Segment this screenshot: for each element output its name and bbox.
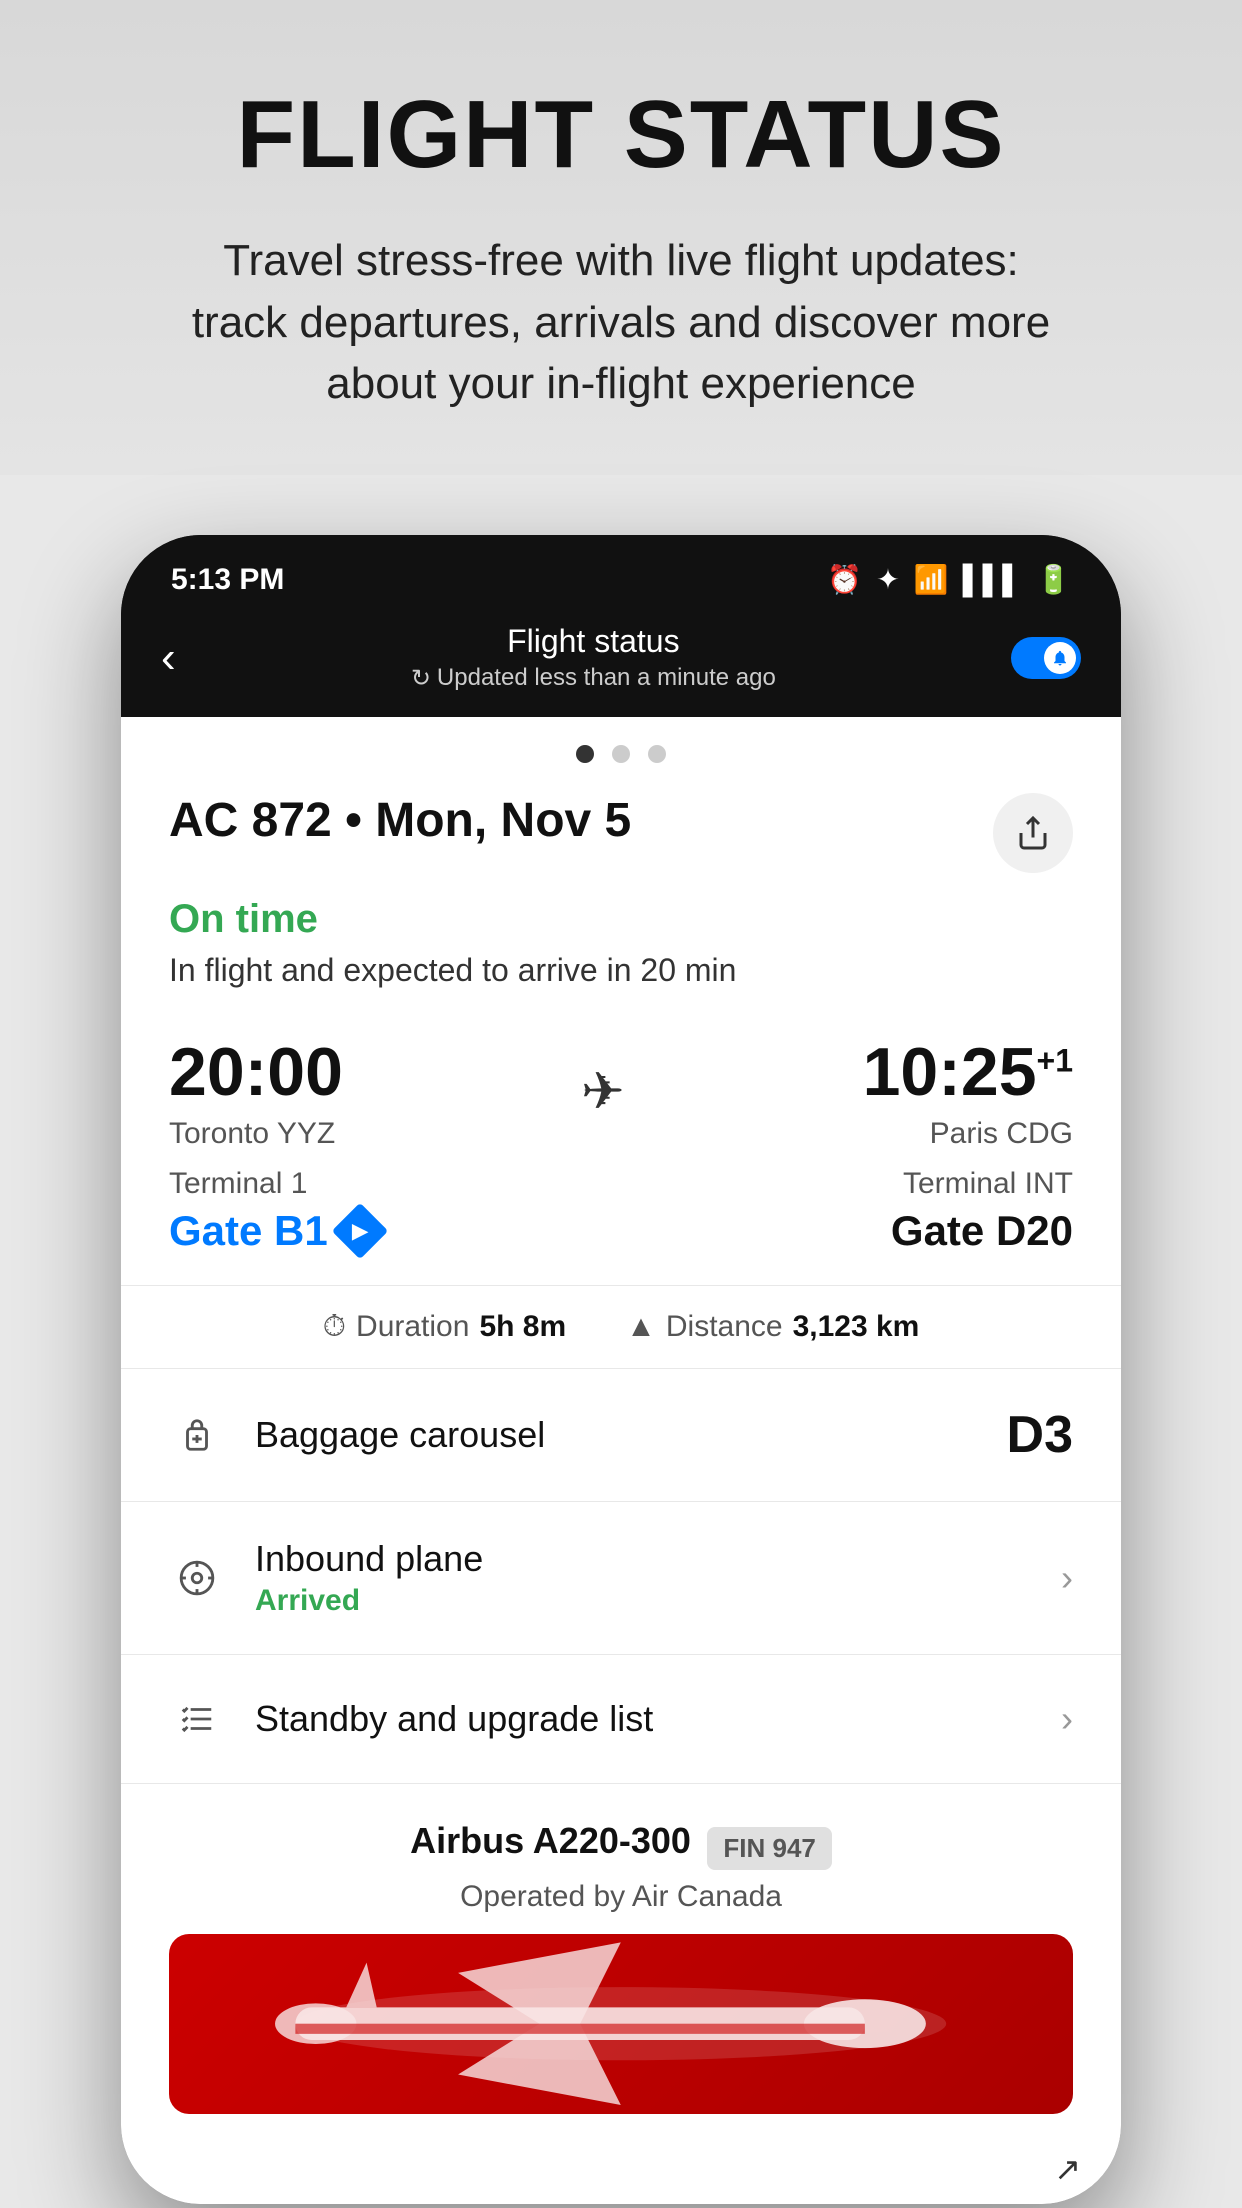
notification-toggle[interactable] xyxy=(1011,637,1081,679)
inbound-plane-status: Arrived xyxy=(255,1584,1041,1618)
aircraft-model: Airbus A220-300 xyxy=(410,1820,691,1861)
duration-icon: ⏱ xyxy=(323,1310,346,1344)
phone-content: AC 872 • Mon, Nov 5 On time In flight an… xyxy=(121,717,1121,2204)
baggage-carousel-value: D3 xyxy=(1007,1405,1073,1465)
inbound-plane-title: Inbound plane xyxy=(255,1538,1041,1580)
bottom-indicator: ↗ xyxy=(121,2134,1121,2204)
share-button[interactable] xyxy=(993,793,1073,873)
dot-2[interactable] xyxy=(612,745,630,763)
flight-status-section: On time In flight and expected to arrive… xyxy=(121,897,1121,1009)
signal-icon: ▌▌▌ xyxy=(963,564,1023,596)
status-description: In flight and expected to arrive in 20 m… xyxy=(169,952,1073,989)
on-time-label: On time xyxy=(169,897,1073,942)
top-section: FLIGHT STATUS Travel stress-free with li… xyxy=(0,0,1242,475)
aircraft-header: Airbus A220-300 FIN 947 xyxy=(169,1820,1073,1870)
list-item[interactable]: Inbound plane Arrived › xyxy=(121,1501,1121,1654)
nav-title: Flight status xyxy=(411,623,776,660)
baggage-carousel-title: Baggage carousel xyxy=(255,1414,1007,1456)
bell-icon xyxy=(1044,642,1076,674)
arrival-gate: Gate D20 xyxy=(891,1207,1073,1255)
status-time: 5:13 PM xyxy=(171,563,284,597)
arrival-terminal: Terminal INT xyxy=(891,1167,1073,1201)
inbound-plane-content: Inbound plane Arrived xyxy=(255,1538,1041,1618)
duration-item: ⏱ Duration 5h 8m xyxy=(323,1310,567,1344)
duration-value: 5h 8m xyxy=(479,1310,566,1344)
page-subtitle: Travel stress-free with live flight upda… xyxy=(171,230,1071,415)
standby-list-icon xyxy=(169,1691,225,1747)
dot-1[interactable] xyxy=(576,745,594,763)
phone-mockup: 5:13 PM ⏰ ✦ 📶 ▌▌▌ 🔋 ‹ Flight status ↻ Up… xyxy=(121,535,1121,2204)
alarm-icon: ⏰ xyxy=(827,563,862,596)
wifi-icon: 📶 xyxy=(914,563,949,596)
battery-icon: 🔋 xyxy=(1036,563,1071,596)
list-item[interactable]: Standby and upgrade list › xyxy=(121,1654,1121,1783)
duration-label: Duration xyxy=(356,1310,469,1344)
distance-label: Distance xyxy=(666,1310,783,1344)
standby-list-title: Standby and upgrade list xyxy=(255,1698,1041,1740)
nav-center: Flight status ↻ Updated less than a minu… xyxy=(411,623,776,693)
phone-frame: 5:13 PM ⏰ ✦ 📶 ▌▌▌ 🔋 ‹ Flight status ↻ Up… xyxy=(121,535,1121,2204)
aircraft-operator: Operated by Air Canada xyxy=(169,1880,1073,1914)
standby-list-content: Standby and upgrade list xyxy=(255,1698,1041,1740)
aircraft-image xyxy=(169,1934,1073,2114)
flight-id: AC 872 • Mon, Nov 5 xyxy=(169,793,631,848)
arrival-time: 10:25+1 xyxy=(863,1033,1073,1111)
distance-icon: ▲ xyxy=(626,1310,656,1344)
refresh-icon: ↻ xyxy=(411,664,431,693)
departure-time: 20:00 xyxy=(169,1033,343,1111)
arrival-info: 10:25+1 Paris CDG xyxy=(863,1033,1073,1151)
departure-terminal-gate: Terminal 1 Gate B1 xyxy=(169,1167,380,1255)
list-item[interactable]: Baggage carousel D3 xyxy=(121,1368,1121,1501)
inbound-plane-icon xyxy=(169,1550,225,1606)
aircraft-section: Airbus A220-300 FIN 947 Operated by Air … xyxy=(121,1783,1121,2134)
departure-terminal: Terminal 1 xyxy=(169,1167,380,1201)
baggage-icon xyxy=(169,1407,225,1463)
gate-direction-icon xyxy=(331,1202,388,1259)
route-section: 20:00 Toronto YYZ ✈ 10:25+1 Paris CDG Te… xyxy=(121,1009,1121,1275)
page-title: FLIGHT STATUS xyxy=(80,80,1162,190)
nav-updated: ↻ Updated less than a minute ago xyxy=(411,664,776,693)
back-button[interactable]: ‹ xyxy=(161,633,176,683)
nav-bar: ‹ Flight status ↻ Updated less than a mi… xyxy=(121,607,1121,717)
arrival-terminal-gate: Terminal INT Gate D20 xyxy=(891,1167,1073,1255)
baggage-carousel-content: Baggage carousel xyxy=(255,1414,1007,1456)
flight-header: AC 872 • Mon, Nov 5 xyxy=(121,773,1121,897)
inbound-plane-chevron: › xyxy=(1061,1557,1073,1599)
list-section: Baggage carousel D3 xyxy=(121,1368,1121,1783)
pagination xyxy=(121,717,1121,773)
departure-info: 20:00 Toronto YYZ xyxy=(169,1033,343,1151)
departure-city: Toronto YYZ xyxy=(169,1117,343,1151)
dot-3[interactable] xyxy=(648,745,666,763)
distance-value: 3,123 km xyxy=(793,1310,920,1344)
status-bar: 5:13 PM ⏰ ✦ 📶 ▌▌▌ 🔋 xyxy=(121,535,1121,607)
bluetooth-icon: ✦ xyxy=(876,563,899,596)
departure-gate: Gate B1 xyxy=(169,1207,380,1255)
flight-direction-icon: ✈ xyxy=(581,1062,625,1122)
status-icons: ⏰ ✦ 📶 ▌▌▌ 🔋 xyxy=(827,563,1071,596)
standby-list-chevron: › xyxy=(1061,1698,1073,1740)
terminal-gate-row: Terminal 1 Gate B1 Terminal INT Gate D20 xyxy=(169,1167,1073,1255)
route-times-row: 20:00 Toronto YYZ ✈ 10:25+1 Paris CDG xyxy=(169,1033,1073,1151)
expand-icon[interactable]: ↗ xyxy=(1054,2150,1081,2188)
arrival-city: Paris CDG xyxy=(863,1117,1073,1151)
duration-distance-row: ⏱ Duration 5h 8m ▲ Distance 3,123 km xyxy=(121,1285,1121,1368)
distance-item: ▲ Distance 3,123 km xyxy=(626,1310,919,1344)
aircraft-fin: FIN 947 xyxy=(707,1827,832,1870)
